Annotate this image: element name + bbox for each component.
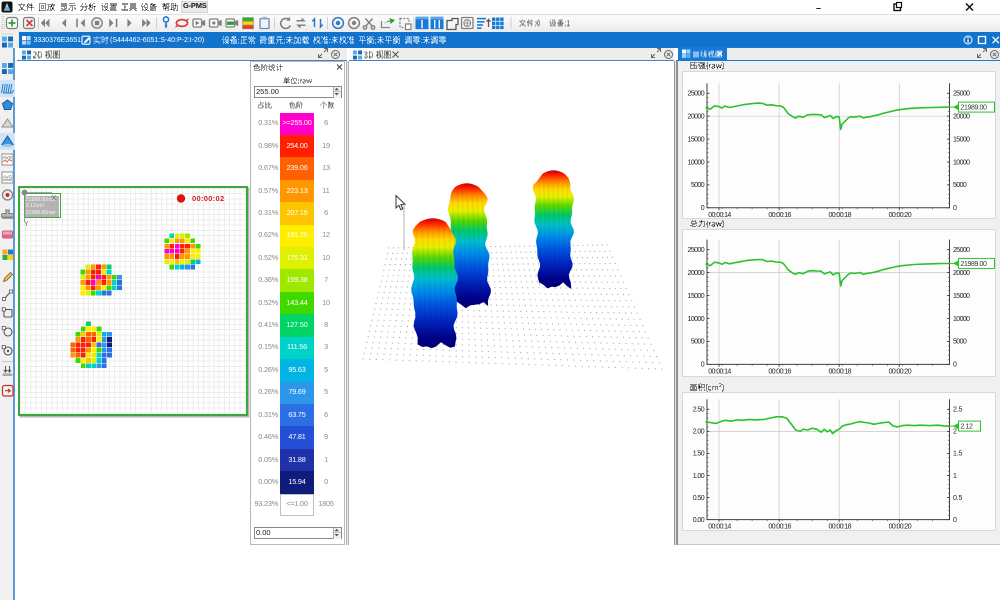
svg-text:AVG: AVG [3,155,13,160]
svg-text:AVG: AVG [3,175,13,180]
